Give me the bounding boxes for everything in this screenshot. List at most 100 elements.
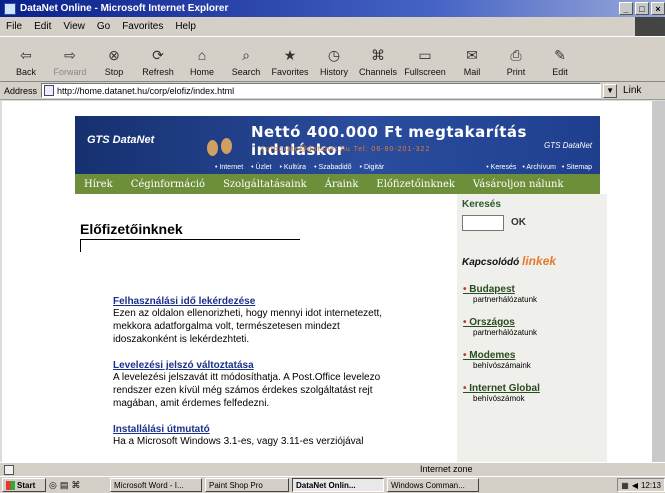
- channels-icon: ⌘: [371, 46, 385, 63]
- search-ok-button[interactable]: OK: [511, 217, 526, 228]
- forward-button[interactable]: ⇨ Forward: [48, 37, 92, 81]
- subnav-archivum[interactable]: • Archívum: [522, 164, 556, 171]
- stop-icon: ⊗: [108, 46, 120, 63]
- nav-elofizetoinknek[interactable]: Előfizetőinknek: [367, 179, 464, 190]
- task-paintshop[interactable]: Paint Shop Pro: [205, 478, 289, 492]
- related-link-modemes[interactable]: Modemes: [463, 350, 540, 361]
- links-toolbar[interactable]: Link: [623, 85, 641, 96]
- title-divider: [80, 240, 81, 252]
- fullscreen-button[interactable]: ▭ Fullscreen: [400, 37, 450, 81]
- mail-icon: ✉: [466, 46, 478, 63]
- clock: 12:13: [640, 480, 661, 490]
- subnav-digitar[interactable]: • Digitár: [360, 164, 385, 171]
- status-bar: Internet zone: [0, 462, 665, 476]
- history-button[interactable]: ◷ History: [312, 37, 356, 81]
- main-navigation: Hírek Céginformáció Szolgáltatásaink Ára…: [75, 174, 600, 194]
- subnav-sitemap[interactable]: • Sitemap: [562, 164, 592, 171]
- favorites-button[interactable]: ★ Favorites: [268, 37, 312, 81]
- forward-arrow-icon: ⇨: [64, 46, 76, 63]
- channels-quicklaunch-icon[interactable]: ⌘: [71, 480, 80, 491]
- related-link-orszagos[interactable]: Országos: [463, 317, 540, 328]
- related-links-title: Kapcsolódó linkek: [462, 254, 557, 268]
- related-link-sub: partnerhálózatunk: [473, 295, 538, 304]
- search-title: Keresés: [462, 199, 501, 210]
- menu-go[interactable]: Go: [97, 21, 110, 32]
- edit-icon: ✎: [554, 46, 566, 63]
- address-url: http://home.datanet.hu/corp/elofiz/index…: [57, 85, 235, 96]
- banner-subnav-right: • Keresés • Archívum • Sitemap: [486, 164, 592, 171]
- page-icon: [44, 85, 55, 96]
- page-title: Előfizetőinknek: [80, 221, 300, 240]
- page-status-icon: [4, 465, 14, 475]
- tray-network-icon[interactable]: ▦: [621, 481, 629, 490]
- nav-araink[interactable]: Áraink: [316, 179, 368, 190]
- favorites-icon: ★: [283, 46, 297, 63]
- gts-datanet-logo-right: GTS DataNet: [543, 141, 592, 150]
- refresh-button[interactable]: ⟳ Refresh: [136, 37, 180, 81]
- page-viewport: GTS DataNet Nettó 400.000 Ft megtakarítá…: [2, 101, 652, 462]
- ie-icon: [4, 2, 16, 15]
- search-button[interactable]: ⌕ Search: [224, 37, 268, 81]
- content-header: Előfizetőinknek: [80, 221, 410, 252]
- refresh-icon: ⟳: [152, 46, 164, 63]
- start-button[interactable]: Start: [2, 478, 46, 492]
- stop-button[interactable]: ⊗ Stop: [92, 37, 136, 81]
- minimize-button[interactable]: _: [619, 2, 633, 15]
- back-button[interactable]: ⇦ Back: [4, 37, 48, 81]
- list-item: Országos partnerhálózatunk: [463, 317, 540, 337]
- address-input[interactable]: http://home.datanet.hu/corp/elofiz/index…: [41, 83, 602, 98]
- home-button[interactable]: ⌂ Home: [180, 37, 224, 81]
- maximize-button[interactable]: □: [635, 2, 649, 15]
- subnav-kultura[interactable]: • Kultúra: [279, 164, 306, 171]
- ie-throbber-logo: [635, 17, 665, 36]
- nav-ceginformacio[interactable]: Céginformáció: [122, 179, 214, 190]
- entry-link-password[interactable]: Levelezési jelszó változtatása: [113, 360, 403, 371]
- entry-desc: A levelezési jelszavát itt módosíthatja.…: [113, 372, 381, 409]
- task-datanet[interactable]: DataNet Onlin...: [292, 478, 384, 492]
- menu-view[interactable]: View: [63, 21, 85, 32]
- history-icon: ◷: [327, 46, 341, 63]
- gts-datanet-logo[interactable]: GTS DataNet: [87, 134, 154, 146]
- menu-favorites[interactable]: Favorites: [122, 21, 163, 32]
- print-button[interactable]: ⎙ Print: [494, 37, 538, 81]
- list-item: Budapest partnerhálózatunk: [463, 284, 540, 304]
- desktop-quicklaunch-icon[interactable]: ▤: [60, 480, 69, 491]
- content-entries: Felhasználási idő lekérdezése Ezen az ol…: [113, 296, 403, 462]
- related-link-budapest[interactable]: Budapest: [463, 284, 540, 295]
- subnav-internet[interactable]: • Internet: [215, 164, 243, 171]
- list-item: Installálási útmutató Ha a Microsoft Win…: [113, 424, 403, 448]
- print-icon: ⎙: [510, 46, 522, 63]
- window-titlebar: DataNet Online - Microsoft Internet Expl…: [0, 0, 665, 17]
- task-word[interactable]: Microsoft Word - I...: [110, 478, 202, 492]
- subnav-szabadido[interactable]: • Szabadidő: [314, 164, 351, 171]
- entry-link-install[interactable]: Installálási útmutató: [113, 424, 403, 435]
- search-input[interactable]: [462, 215, 504, 231]
- close-button[interactable]: ×: [651, 2, 665, 15]
- fullscreen-icon: ▭: [418, 46, 432, 63]
- address-dropdown-button[interactable]: ▼: [603, 83, 618, 98]
- related-link-internet-global[interactable]: Internet Global: [463, 383, 540, 394]
- subnav-kereses[interactable]: • Keresés: [486, 164, 516, 171]
- related-link-sub: behívószámaink: [473, 361, 531, 370]
- nav-vasaroljon[interactable]: Vásároljon nálunk: [464, 179, 573, 190]
- standard-toolbar: ⇦ Back ⇨ Forward ⊗ Stop ⟳ Refresh ⌂ Home ⌕ Sea…: [0, 36, 665, 82]
- nav-szolgaltatasaink[interactable]: Szolgáltatásaink: [214, 179, 316, 190]
- channels-button[interactable]: ⌘ Channels: [356, 37, 400, 81]
- security-zone: Internet zone: [420, 464, 473, 474]
- sidebar: Keresés OK Kapcsolódó linkek Budapest pa…: [457, 194, 607, 462]
- vertical-scrollbar[interactable]: [652, 101, 665, 462]
- edit-button[interactable]: ✎ Edit: [538, 37, 582, 81]
- nav-hirek[interactable]: Hírek: [75, 179, 122, 190]
- mail-button[interactable]: ✉ Mail: [450, 37, 494, 81]
- list-item: Internet Global behívószámok: [463, 383, 540, 403]
- tray-volume-icon[interactable]: ◀: [632, 481, 638, 490]
- menu-file[interactable]: File: [6, 21, 22, 32]
- task-windows-commander[interactable]: Windows Comman...: [387, 478, 479, 492]
- subnav-uzlet[interactable]: • Üzlet: [251, 164, 271, 171]
- menu-edit[interactable]: Edit: [34, 21, 51, 32]
- list-item: Levelezési jelszó változtatása A levelez…: [113, 360, 403, 410]
- menu-help[interactable]: Help: [175, 21, 196, 32]
- ie-quicklaunch-icon[interactable]: ◎: [49, 480, 57, 491]
- list-item: Felhasználási idő lekérdezése Ezen az ol…: [113, 296, 403, 346]
- entry-link-usage[interactable]: Felhasználási idő lekérdezése: [113, 296, 403, 307]
